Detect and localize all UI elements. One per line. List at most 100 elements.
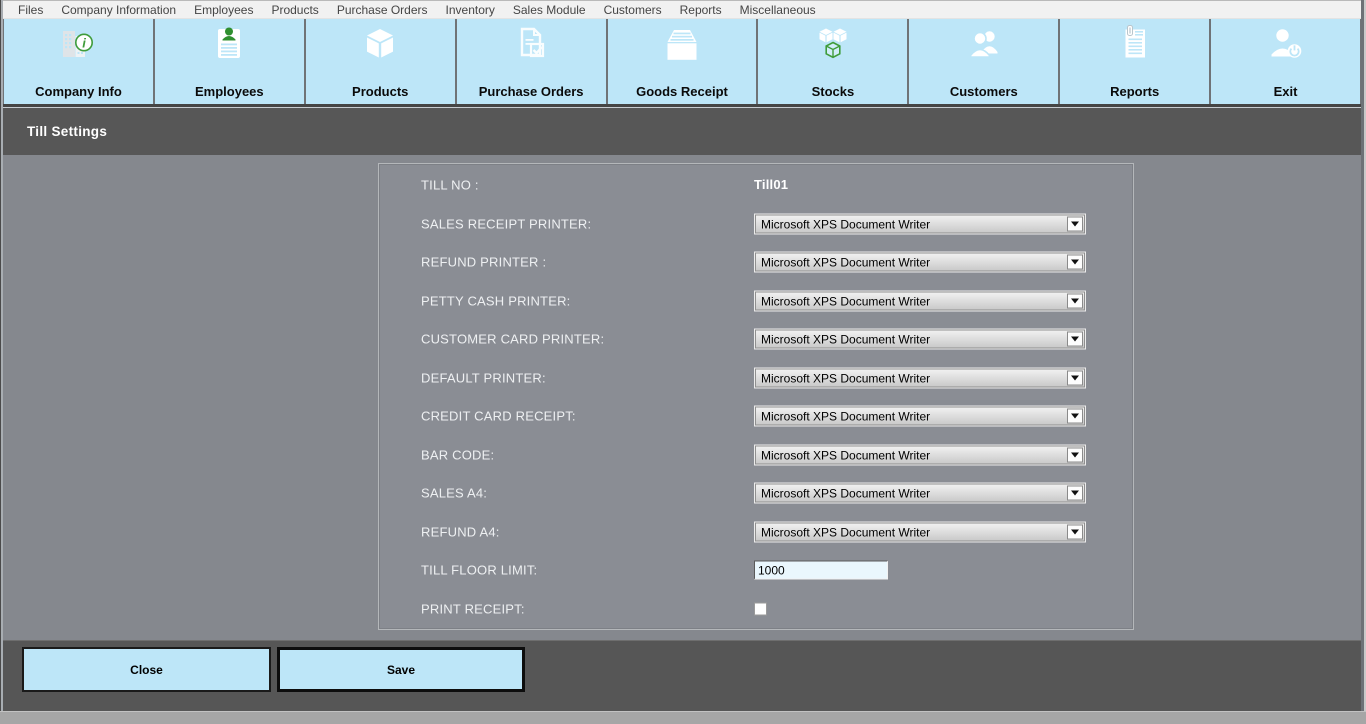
menu-item-employees[interactable]: Employees	[185, 3, 262, 17]
toolbar-button-label: Customers	[950, 84, 1018, 99]
form-row-credit-card-receipt: CREDIT CARD RECEIPT: Microsoft XPS Docum…	[379, 397, 1133, 436]
field-label: PETTY CASH PRINTER:	[421, 293, 570, 308]
toolbar-button-purchase-orders[interactable]: Purchase Orders	[457, 19, 608, 104]
chevron-down-icon[interactable]	[1067, 447, 1083, 462]
refund-printer-combo[interactable]: Microsoft XPS Document Writer	[754, 252, 1086, 273]
chevron-down-icon[interactable]	[1067, 216, 1083, 231]
toolbar-button-company-info[interactable]: i Company Info	[4, 19, 155, 104]
page-title: Till Settings	[27, 124, 107, 139]
purchase-orders-icon	[508, 23, 554, 67]
menu-item-reports[interactable]: Reports	[671, 3, 731, 17]
toolbar-button-goods-receipt[interactable]: Goods Receipt	[608, 19, 759, 104]
menu-item-miscellaneous[interactable]: Miscellaneous	[731, 3, 825, 17]
chevron-down-icon[interactable]	[1067, 255, 1083, 270]
field-label: SALES RECEIPT PRINTER:	[421, 216, 591, 231]
menu-item-inventory[interactable]: Inventory	[437, 3, 504, 17]
toolbar-button-exit[interactable]: Exit	[1211, 19, 1361, 104]
form-row-till-no: TILL NO : Till01	[379, 166, 1133, 205]
default-printer-combo[interactable]: Microsoft XPS Document Writer	[754, 367, 1086, 388]
combo-selected-value: Microsoft XPS Document Writer	[761, 448, 930, 462]
menu-item-purchase-orders[interactable]: Purchase Orders	[328, 3, 437, 17]
toolbar-button-label: Purchase Orders	[479, 84, 584, 99]
toolbar-button-customers[interactable]: Customers	[909, 19, 1060, 104]
till-no-value: Till01	[754, 177, 788, 192]
form-row-print-receipt: PRINT RECEIPT:	[379, 590, 1133, 629]
sales-receipt-printer-combo[interactable]: Microsoft XPS Document Writer	[754, 213, 1086, 234]
field-label: TILL NO :	[421, 178, 479, 193]
menu-item-customers[interactable]: Customers	[595, 3, 671, 17]
stocks-icon	[810, 23, 856, 67]
footer-bar: Close Save	[3, 640, 1361, 711]
combo-selected-value: Microsoft XPS Document Writer	[761, 525, 930, 539]
reports-icon	[1112, 23, 1158, 67]
print-receipt-checkbox[interactable]	[754, 602, 767, 615]
svg-text:i: i	[83, 36, 87, 51]
combo-selected-value: Microsoft XPS Document Writer	[761, 256, 930, 270]
combo-selected-value: Microsoft XPS Document Writer	[761, 410, 930, 424]
petty-cash-printer-combo[interactable]: Microsoft XPS Document Writer	[754, 290, 1086, 311]
products-icon	[357, 23, 403, 67]
page-title-bar: Till Settings	[3, 108, 1361, 155]
combo-selected-value: Microsoft XPS Document Writer	[761, 294, 930, 308]
customer-card-printer-combo[interactable]: Microsoft XPS Document Writer	[754, 329, 1086, 350]
goods-receipt-icon	[659, 23, 705, 67]
close-button[interactable]: Close	[22, 647, 271, 692]
chevron-down-icon[interactable]	[1067, 486, 1083, 501]
toolbar: i Company Info Employees	[3, 19, 1361, 104]
form-row-default-printer: DEFAULT PRINTER: Microsoft XPS Document …	[379, 359, 1133, 398]
form-row-refund-printer: REFUND PRINTER : Microsoft XPS Document …	[379, 243, 1133, 282]
form-row-customer-card-printer: CUSTOMER CARD PRINTER: Microsoft XPS Doc…	[379, 320, 1133, 359]
field-label: TILL FLOOR LIMIT:	[421, 563, 537, 578]
form-row-sales-a4: SALES A4: Microsoft XPS Document Writer	[379, 474, 1133, 513]
field-label: BAR CODE:	[421, 447, 494, 462]
toolbar-button-reports[interactable]: Reports	[1060, 19, 1211, 104]
employees-icon	[206, 23, 252, 67]
chevron-down-icon[interactable]	[1067, 370, 1083, 385]
form-row-sales-receipt-printer: SALES RECEIPT PRINTER: Microsoft XPS Doc…	[379, 205, 1133, 244]
toolbar-button-employees[interactable]: Employees	[155, 19, 306, 104]
toolbar-button-products[interactable]: Products	[306, 19, 457, 104]
bottom-strip	[0, 711, 1366, 724]
toolbar-button-label: Products	[352, 84, 408, 99]
toolbar-button-label: Goods Receipt	[636, 84, 728, 99]
chevron-down-icon[interactable]	[1067, 332, 1083, 347]
menu-item-sales-module[interactable]: Sales Module	[504, 3, 595, 17]
exit-icon	[1263, 23, 1309, 67]
window-border-left-inner	[1, 0, 3, 711]
menu-bar: Files Company Information Employees Prod…	[3, 0, 1361, 19]
main-area: TILL NO : Till01 SALES RECEIPT PRINTER: …	[3, 155, 1361, 640]
chevron-down-icon[interactable]	[1067, 409, 1083, 424]
combo-selected-value: Microsoft XPS Document Writer	[761, 333, 930, 347]
menu-item-products[interactable]: Products	[262, 3, 327, 17]
combo-selected-value: Microsoft XPS Document Writer	[761, 217, 930, 231]
form-row-till-floor-limit: TILL FLOOR LIMIT:	[379, 551, 1133, 590]
menu-item-files[interactable]: Files	[9, 3, 52, 17]
customers-icon	[961, 23, 1007, 67]
toolbar-button-stocks[interactable]: Stocks	[758, 19, 909, 104]
refund-a4-combo[interactable]: Microsoft XPS Document Writer	[754, 521, 1086, 542]
bar-code-combo[interactable]: Microsoft XPS Document Writer	[754, 444, 1086, 465]
field-label: PRINT RECEIPT:	[421, 601, 525, 616]
app-window: Files Company Information Employees Prod…	[0, 0, 1366, 724]
field-label: DEFAULT PRINTER:	[421, 370, 546, 385]
toolbar-button-label: Reports	[1110, 84, 1159, 99]
sales-a4-combo[interactable]: Microsoft XPS Document Writer	[754, 483, 1086, 504]
form-row-bar-code: BAR CODE: Microsoft XPS Document Writer	[379, 436, 1133, 475]
field-label: CREDIT CARD RECEIPT:	[421, 409, 576, 424]
save-button[interactable]: Save	[277, 647, 525, 692]
chevron-down-icon[interactable]	[1067, 524, 1083, 539]
till-settings-panel: TILL NO : Till01 SALES RECEIPT PRINTER: …	[378, 163, 1134, 630]
credit-card-receipt-combo[interactable]: Microsoft XPS Document Writer	[754, 406, 1086, 427]
company-info-icon: i	[55, 23, 101, 67]
field-label: REFUND PRINTER :	[421, 255, 546, 270]
field-label: CUSTOMER CARD PRINTER:	[421, 332, 604, 347]
field-label: REFUND A4:	[421, 524, 500, 539]
form-row-refund-a4: REFUND A4: Microsoft XPS Document Writer	[379, 513, 1133, 552]
toolbar-button-label: Exit	[1274, 84, 1298, 99]
menu-item-company-information[interactable]: Company Information	[52, 3, 185, 17]
chevron-down-icon[interactable]	[1067, 293, 1083, 308]
combo-selected-value: Microsoft XPS Document Writer	[761, 371, 930, 385]
till-floor-limit-input[interactable]	[754, 561, 888, 580]
toolbar-button-label: Company Info	[35, 84, 122, 99]
combo-selected-value: Microsoft XPS Document Writer	[761, 487, 930, 501]
